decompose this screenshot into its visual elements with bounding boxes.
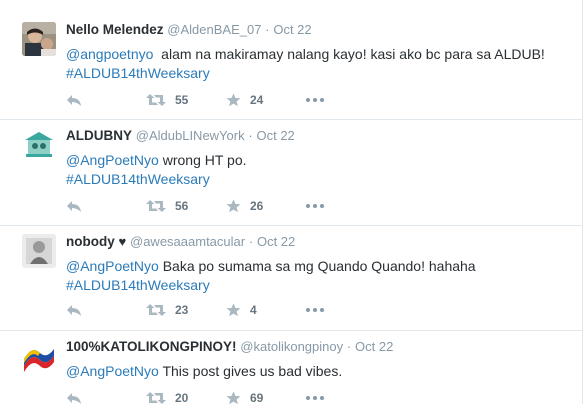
mention-link[interactable]: @angpoetnyo	[66, 46, 153, 62]
retweet-button[interactable]: 56	[146, 196, 188, 216]
retweet-button[interactable]: 20	[146, 388, 188, 408]
aldubny-logo-icon	[22, 128, 56, 162]
favorite-button[interactable]: 4	[226, 300, 257, 320]
timestamp[interactable]: Oct 22	[257, 234, 295, 249]
tweet-text: @AngPoetNyo Baka po sumama sa mg Quando …	[66, 257, 571, 295]
reply-button[interactable]	[66, 196, 82, 216]
favorite-button[interactable]: 69	[226, 388, 263, 408]
user-name[interactable]: 100%KATOLIKONGPINOY!	[66, 339, 237, 354]
tweet-body: alam na makiramay nalang kayo! kasi ako …	[153, 46, 545, 62]
user-handle[interactable]: @katolikongpinoy	[240, 339, 343, 354]
user-handle[interactable]: @awesaaamtacular	[130, 234, 245, 249]
favorite-count: 26	[250, 199, 264, 213]
tweet-header: nobody ♥ @awesaaamtacular · Oct 22	[66, 233, 295, 251]
flag-logo-icon	[22, 339, 56, 373]
tweet[interactable]: nobody ♥ @awesaaamtacular · Oct 22 @AngP…	[0, 226, 582, 331]
timestamp[interactable]: Oct 22	[355, 339, 393, 354]
retweet-icon	[146, 200, 166, 212]
reply-button[interactable]	[66, 90, 82, 110]
more-options-icon[interactable]	[306, 300, 324, 320]
tweet-body: This post gives us bad vibes.	[158, 363, 343, 379]
more-options-icon[interactable]	[306, 388, 324, 408]
tweet-actions: 55 24	[66, 90, 366, 110]
reply-icon	[67, 201, 81, 212]
tweet-text: @AngPoetNyo wrong HT po. #ALDUB14thWeeksa…	[66, 151, 571, 189]
mention-link[interactable]: @AngPoetNyo	[66, 258, 159, 274]
avatar[interactable]	[22, 234, 56, 268]
profile-photo-icon	[22, 22, 56, 56]
favorite-count: 24	[250, 93, 264, 107]
tweet-body: Baka po sumama sa mg Quando Quando! haha…	[158, 258, 476, 274]
timestamp[interactable]: Oct 22	[273, 22, 311, 37]
separator: ·	[248, 128, 253, 143]
tweet-header: ALDUBNY @AldubLINewYork · Oct 22	[66, 127, 295, 145]
retweet-count: 55	[175, 93, 189, 107]
tweet-body: wrong HT po.	[158, 152, 247, 168]
favorite-button[interactable]: 26	[226, 196, 263, 216]
retweet-icon	[146, 392, 166, 404]
user-name[interactable]: ALDUBNY	[66, 128, 132, 143]
avatar[interactable]	[22, 128, 56, 162]
hashtag-link[interactable]: #ALDUB14thWeeksary	[66, 277, 210, 293]
retweet-count: 56	[175, 199, 189, 213]
favorite-count: 4	[250, 303, 257, 317]
retweet-count: 20	[175, 391, 189, 405]
tweet-header: 100%KATOLIKONGPINOY! @katolikongpinoy · …	[66, 338, 393, 356]
star-icon	[226, 93, 241, 107]
hashtag-link[interactable]: #ALDUB14thWeeksary	[66, 171, 210, 187]
tweet-actions: 23 4	[66, 300, 366, 320]
reply-button[interactable]	[66, 300, 82, 320]
tweet[interactable]: ALDUBNY @AldubLINewYork · Oct 22 @AngPoe…	[0, 120, 582, 226]
avatar[interactable]	[22, 22, 56, 56]
favorite-button[interactable]: 24	[226, 90, 263, 110]
separator: ·	[265, 22, 270, 37]
retweet-button[interactable]: 23	[146, 300, 188, 320]
avatar[interactable]	[22, 339, 56, 373]
heart-emoji: ♥	[118, 234, 127, 249]
profile-photo-icon	[22, 234, 56, 268]
user-handle[interactable]: @AldubLINewYork	[136, 128, 245, 143]
retweet-icon	[146, 94, 166, 106]
timestamp[interactable]: Oct 22	[256, 128, 294, 143]
separator: ·	[346, 339, 352, 354]
retweet-button[interactable]: 55	[146, 90, 188, 110]
star-icon	[226, 303, 241, 317]
user-name[interactable]: Nello Melendez	[66, 22, 164, 37]
tweet-text: @AngPoetNyo This post gives us bad vibes…	[66, 362, 571, 381]
retweet-count: 23	[175, 303, 189, 317]
reply-icon	[67, 393, 81, 404]
mention-link[interactable]: @AngPoetNyo	[66, 363, 159, 379]
reply-icon	[67, 305, 81, 316]
favorite-count: 69	[250, 391, 264, 405]
retweet-icon	[146, 304, 166, 316]
tweet-actions: 56 26	[66, 196, 366, 216]
user-name[interactable]: nobody	[66, 234, 115, 249]
tweet-actions: 20 69	[66, 388, 366, 408]
star-icon	[226, 199, 241, 213]
user-handle[interactable]: @AldenBAE_07	[167, 22, 261, 37]
tweet-header: Nello Melendez @AldenBAE_07 · Oct 22	[66, 21, 312, 39]
tweet-text: @angpoetnyo alam na makiramay nalang kay…	[66, 45, 571, 83]
star-icon	[226, 391, 241, 405]
more-options-icon[interactable]	[306, 196, 324, 216]
tweet[interactable]: 100%KATOLIKONGPINOY! @katolikongpinoy · …	[0, 331, 582, 405]
reply-button[interactable]	[66, 388, 82, 408]
separator: ·	[248, 234, 254, 249]
more-options-icon[interactable]	[306, 90, 324, 110]
tweet[interactable]: Nello Melendez @AldenBAE_07 · Oct 22 @an…	[0, 14, 582, 120]
reply-icon	[67, 95, 81, 106]
mention-link[interactable]: @AngPoetNyo	[66, 152, 159, 168]
hashtag-link[interactable]: #ALDUB14thWeeksary	[66, 65, 210, 81]
